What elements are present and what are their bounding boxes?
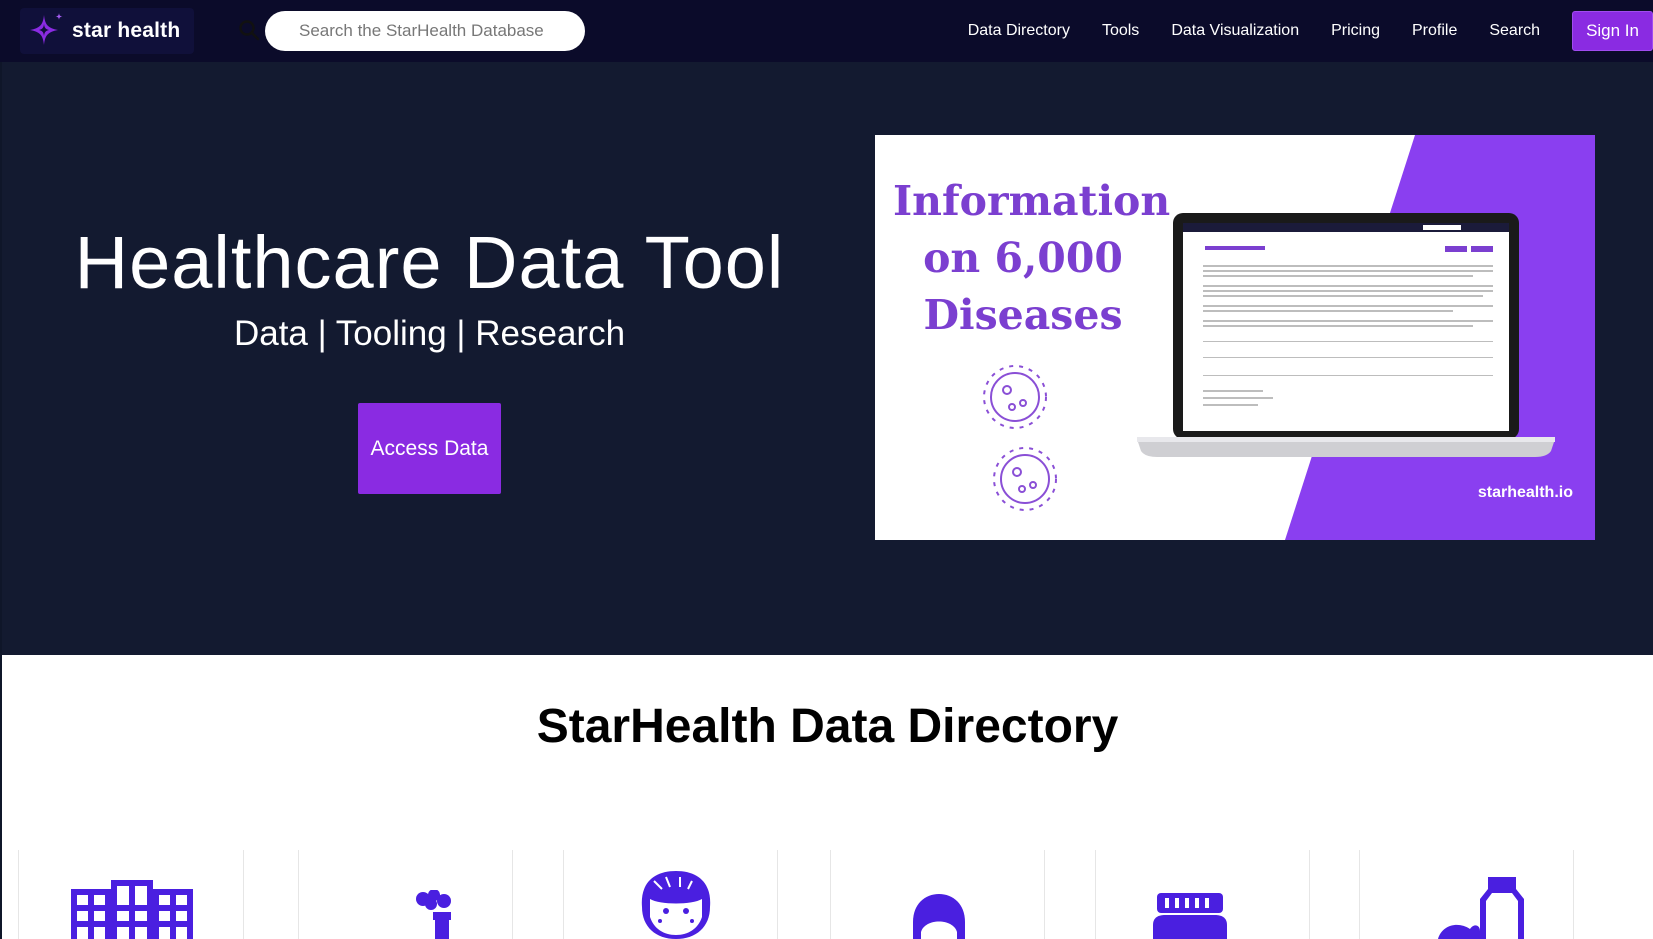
brand-logo[interactable]: star health xyxy=(20,8,195,54)
directory-card[interactable] xyxy=(18,850,244,939)
directory-card[interactable] xyxy=(298,850,513,939)
nav-link-data-visualization[interactable]: Data Visualization xyxy=(1171,22,1299,40)
hero-title: Healthcare Data Tool xyxy=(74,221,785,304)
nav-link-pricing[interactable]: Pricing xyxy=(1331,22,1380,40)
search-input[interactable] xyxy=(265,11,585,51)
nav-link-search[interactable]: Search xyxy=(1489,22,1540,40)
directory-cards xyxy=(18,850,1653,939)
promo-url: starhealth.io xyxy=(1477,484,1573,501)
bottle-icon xyxy=(1438,877,1524,939)
factory-icon xyxy=(416,890,451,939)
sign-in-button[interactable]: Sign In xyxy=(1572,11,1653,51)
nav-link-tools[interactable]: Tools xyxy=(1102,22,1139,40)
person-head-icon xyxy=(913,894,965,939)
directory-card[interactable] xyxy=(830,850,1045,939)
search-icon[interactable] xyxy=(238,19,260,41)
directory-card[interactable] xyxy=(563,850,778,939)
promo-headline-line: Diseases xyxy=(923,291,1123,339)
virus-illustration xyxy=(983,365,1057,511)
brand-name: star health xyxy=(72,19,181,42)
child-face-icon xyxy=(641,871,711,939)
hero-subtitle: Data | Tooling | Research xyxy=(233,314,626,353)
directory-card[interactable] xyxy=(1359,850,1574,939)
laptop-illustration xyxy=(1137,213,1555,457)
promo-banner-image: Information on 6,000 Diseases starhealth… xyxy=(875,135,1595,540)
directory-title: StarHealth Data Directory xyxy=(536,700,1119,753)
nav-link-data-directory[interactable]: Data Directory xyxy=(968,22,1070,40)
promo-headline-line: on 6,000 xyxy=(923,234,1123,282)
hero-section: Healthcare Data Tool Data | Tooling | Re… xyxy=(2,62,1653,655)
data-directory-section: StarHealth Data Directory xyxy=(2,655,1653,939)
access-data-button[interactable]: Access Data xyxy=(358,403,501,494)
promo-headline-line: Information xyxy=(893,177,1171,225)
nav-link-profile[interactable]: Profile xyxy=(1412,22,1457,40)
pill-jar-icon xyxy=(1153,893,1227,939)
hospital-building-icon xyxy=(71,880,193,939)
directory-card[interactable] xyxy=(1095,850,1310,939)
nav-links: Data Directory Tools Data Visualization … xyxy=(968,0,1653,62)
top-navbar: star health Data Directory Tools Data Vi… xyxy=(0,0,1653,62)
star-logo-icon xyxy=(30,13,63,45)
promo-headline: Information on 6,000 Diseases xyxy=(893,173,1171,344)
